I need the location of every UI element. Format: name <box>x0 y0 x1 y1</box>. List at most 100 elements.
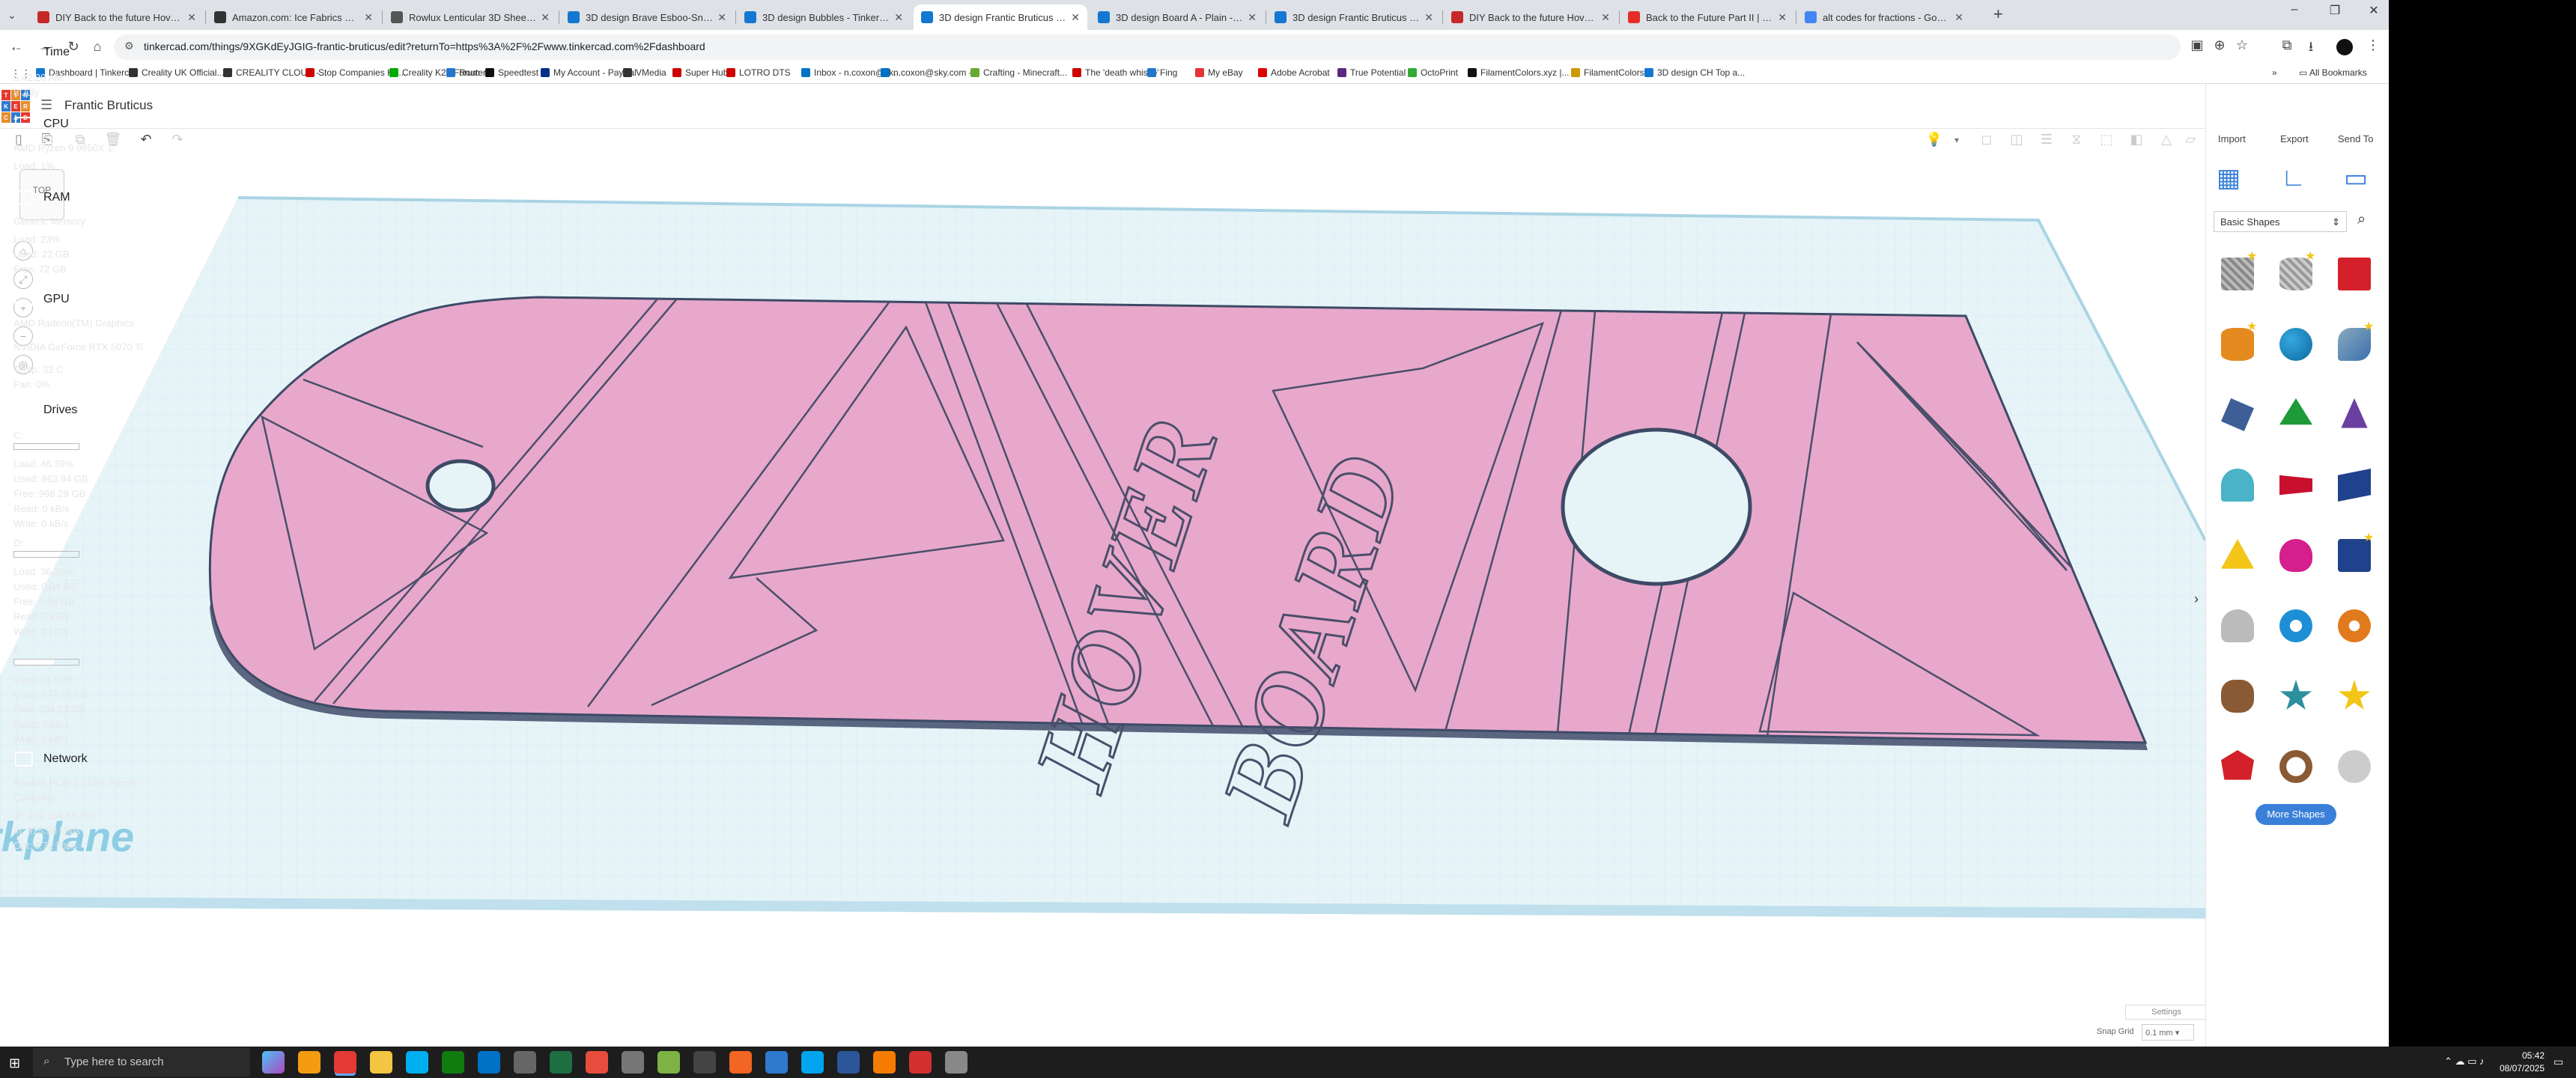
excel-icon[interactable] <box>550 1051 572 1074</box>
close-tab-icon[interactable]: ✕ <box>1954 11 1963 24</box>
app-icon-4[interactable] <box>729 1051 752 1074</box>
tab-search-icon[interactable]: ⌄ <box>7 9 16 22</box>
close-tab-icon[interactable]: ✕ <box>1424 11 1433 24</box>
tab-8[interactable]: DIY Back to the future Hoverbo ✕ <box>1444 4 1617 30</box>
tab-4[interactable]: 3D design Bubbles - Tinkercad ✕ <box>737 4 911 30</box>
bookmark-16[interactable]: My eBay <box>1195 67 1243 78</box>
snap-grid-select[interactable]: 0.1 mm ▾ <box>2142 1024 2194 1041</box>
bookmark-15[interactable]: Fing <box>1147 67 1177 78</box>
ring-shape[interactable] <box>2279 750 2312 783</box>
redo-icon[interactable]: ↷ <box>168 132 187 147</box>
paraboloid-shape[interactable] <box>2221 609 2254 642</box>
settings-button[interactable]: Settings <box>2125 1005 2208 1020</box>
tab-10[interactable]: alt codes for fractions - Google ✕ <box>1797 4 1971 30</box>
half-sphere-shape[interactable] <box>2279 539 2312 572</box>
ruler-tool-icon[interactable]: ∟ <box>2281 163 2306 192</box>
settings-icon[interactable] <box>945 1051 967 1074</box>
bookmark-19[interactable]: OctoPrint <box>1408 67 1458 78</box>
minimize-button[interactable]: – <box>2279 3 2309 16</box>
close-tab-icon[interactable]: ✕ <box>717 11 726 24</box>
all-bookmarks-link[interactable]: ▭ All Bookmarks <box>2299 67 2367 78</box>
taskbar-clock[interactable]: 05:42 08/07/2025 <box>2492 1050 2545 1075</box>
copilot-icon[interactable] <box>262 1051 285 1074</box>
close-window-button[interactable]: ✕ <box>2359 3 2389 18</box>
close-tab-icon[interactable]: ✕ <box>364 11 373 24</box>
light-bulb-icon[interactable]: 💡 <box>1925 132 1944 147</box>
bookmark-10[interactable]: LOTRO DTS <box>726 67 791 78</box>
bookmark-7[interactable]: My Account - PayPal <box>541 67 637 78</box>
bookmark-18[interactable]: True Potential <box>1337 67 1406 78</box>
box-shape[interactable] <box>2338 258 2371 290</box>
close-tab-icon[interactable]: ✕ <box>187 11 196 24</box>
import-button[interactable]: Import <box>2218 133 2246 144</box>
notes-icon[interactable]: ▱ <box>2181 132 2200 147</box>
bookmark-13[interactable]: Crafting - Minecraft... <box>970 67 1067 78</box>
xbox-icon[interactable] <box>442 1051 464 1074</box>
align-icon[interactable]: ☰ <box>2037 132 2056 147</box>
bookmark-5[interactable]: Router <box>446 67 486 78</box>
windows-start-icon[interactable]: ⊞ <box>9 1056 20 1071</box>
tab-1[interactable]: Amazon.com: Ice Fabrics Faux L ✕ <box>207 4 380 30</box>
torus-shape[interactable] <box>2279 609 2312 642</box>
app-icon-3[interactable] <box>693 1051 716 1074</box>
bookmark-6[interactable]: Speedtest <box>485 67 538 78</box>
bookmark-22[interactable]: 3D design CH Top a... <box>1644 67 1745 78</box>
ruler-icon[interactable]: △ <box>2157 132 2176 147</box>
extensions-icon[interactable]: ⧉ <box>2276 37 2297 53</box>
app-icon-6[interactable] <box>801 1051 824 1074</box>
app-icon[interactable] <box>514 1051 536 1074</box>
app-icon-5[interactable] <box>765 1051 788 1074</box>
tube-shape[interactable] <box>2338 609 2371 642</box>
more-shapes-button[interactable]: More Shapes <box>2255 804 2336 825</box>
close-tab-icon[interactable]: ✕ <box>1248 11 1257 24</box>
bookmark-17[interactable]: Adobe Acrobat <box>1258 67 1330 78</box>
group-icon[interactable]: ◻ <box>1977 132 1996 147</box>
notes-tool-icon[interactable]: ▭ <box>2344 163 2368 193</box>
bookmark-12[interactable]: n.coxon@sky.com -... <box>881 67 979 78</box>
3d-viewport[interactable]: HOVER BOARD rkplane <box>0 151 2205 1059</box>
tab-6[interactable]: 3D design Board A - Plain - Tin ✕ <box>1090 4 1264 30</box>
shape-library-select[interactable]: Basic Shapes ⇕ <box>2214 211 2347 232</box>
cad-icon[interactable] <box>586 1051 608 1074</box>
mirror-icon[interactable]: ⧖ <box>2067 132 2086 147</box>
shape-search-icon[interactable]: ⌕ <box>2357 211 2366 228</box>
taskbar-search[interactable]: ⌕ Type here to search <box>33 1048 250 1077</box>
system-tray-icons[interactable]: ⌃ ☁ ▭ ♪ <box>2444 1056 2485 1068</box>
app-icon-2[interactable] <box>657 1051 680 1074</box>
tab-0[interactable]: DIY Back to the future Hoverbo ✕ <box>30 4 204 30</box>
tab-3[interactable]: 3D design Brave Esboo-Snickel ✕ <box>560 4 734 30</box>
profile-avatar[interactable] <box>2336 39 2353 55</box>
close-tab-icon[interactable]: ✕ <box>1778 11 1787 24</box>
undo-icon[interactable]: ↶ <box>136 132 156 147</box>
new-tab-button[interactable]: + <box>1993 4 2003 24</box>
bookmark-8[interactable]: VMedia <box>623 67 666 78</box>
sphere-shape[interactable] <box>2279 328 2312 361</box>
small-hole[interactable] <box>425 459 496 513</box>
large-hole[interactable] <box>1561 427 1752 586</box>
bookmark-21[interactable]: FilamentColors <box>1571 67 1644 78</box>
maximize-button[interactable]: ❐ <box>2320 3 2350 18</box>
round-roof-shape[interactable] <box>2221 469 2254 502</box>
close-tab-icon[interactable]: ✕ <box>1071 11 1080 24</box>
skype-icon[interactable] <box>406 1051 428 1074</box>
workplane-icon[interactable]: ◧ <box>2127 132 2146 147</box>
close-tab-icon[interactable]: ✕ <box>541 11 550 24</box>
close-tab-icon[interactable]: ✕ <box>894 11 903 24</box>
notifications-icon[interactable]: ▭ <box>2554 1056 2563 1068</box>
design-list-icon[interactable]: ☰ <box>40 97 52 113</box>
app-icon-7[interactable] <box>873 1051 896 1074</box>
panel-toggle-icon[interactable]: › <box>2194 591 2199 607</box>
close-tab-icon[interactable]: ✕ <box>1601 11 1610 24</box>
ungroup-icon[interactable]: ◫ <box>2007 132 2026 147</box>
export-button[interactable]: Export <box>2280 133 2309 144</box>
send-to-button[interactable]: Send To <box>2338 133 2373 144</box>
zoom-icon[interactable]: ⊕ <box>2209 37 2230 53</box>
tool-icon[interactable] <box>622 1051 644 1074</box>
bookmark-14[interactable]: The 'death whistle' <box>1072 67 1159 78</box>
chevron-down-icon[interactable]: ▾ <box>1947 135 1966 145</box>
install-app-icon[interactable]: ▣ <box>2187 37 2208 53</box>
bookmark-star-icon[interactable]: ☆ <box>2232 37 2253 53</box>
chrome-icon[interactable] <box>334 1051 356 1074</box>
cruise-icon[interactable]: ⬚ <box>2097 132 2116 147</box>
bookmark-20[interactable]: FilamentColors.xyz |... <box>1468 67 1569 78</box>
